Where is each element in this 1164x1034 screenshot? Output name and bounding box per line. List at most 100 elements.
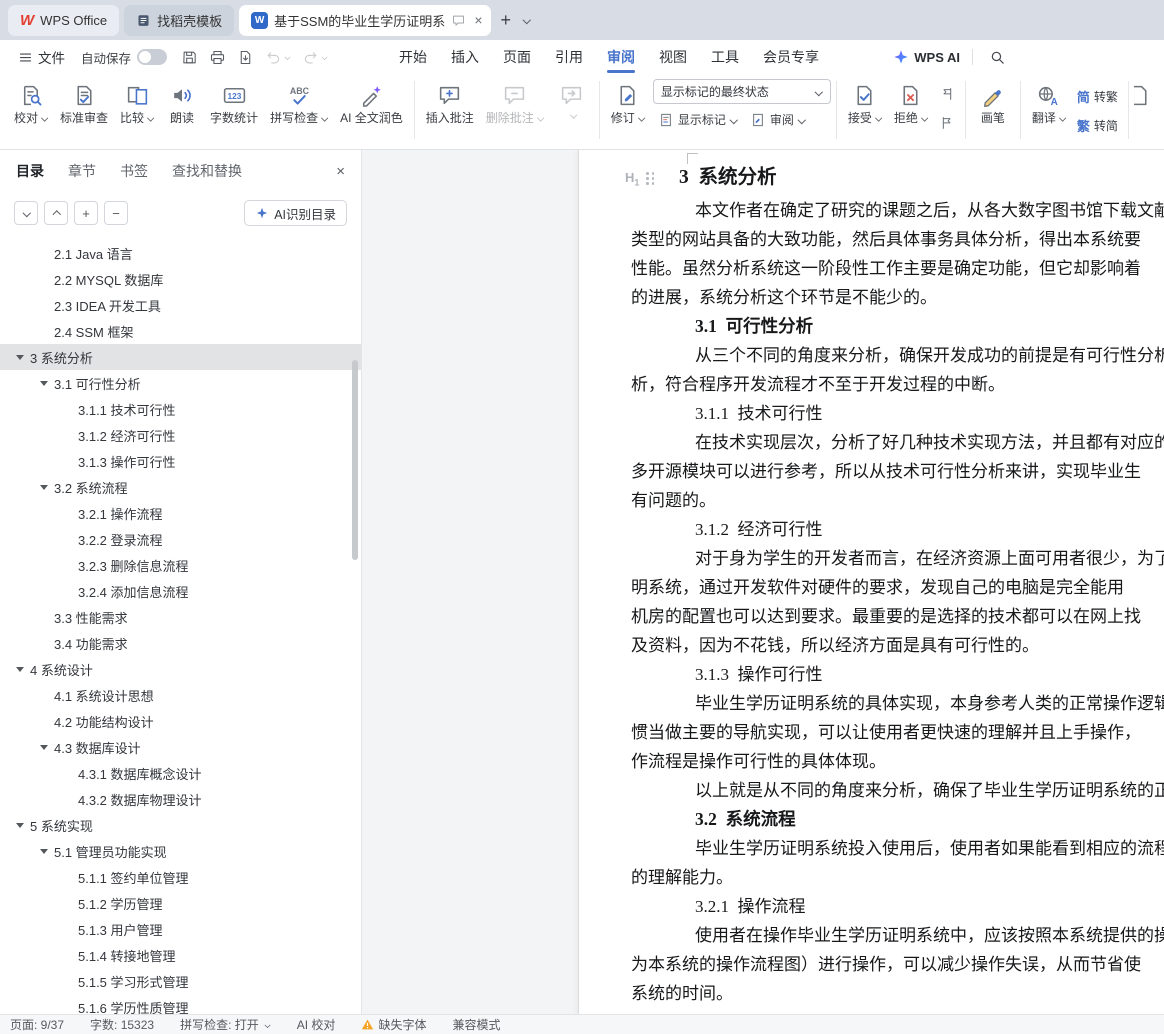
- toc-item[interactable]: 4.2 功能结构设计: [0, 708, 361, 734]
- close-tab-icon[interactable]: ×: [474, 13, 482, 27]
- doc-line[interactable]: 系统的时间。: [631, 979, 1164, 1008]
- doc-line[interactable]: 3.1.2 经济可行性: [695, 515, 1164, 544]
- toc-item[interactable]: 3.4 功能需求: [0, 630, 361, 656]
- document-tab[interactable]: W 基于SSM的毕业生学历证明系 ×: [239, 5, 490, 36]
- panel-tab-chapters[interactable]: 章节: [68, 161, 96, 181]
- markup-state-select[interactable]: 显示标记的最终状态: [653, 79, 831, 104]
- accept-button[interactable]: 接受: [842, 79, 888, 127]
- wps-ai-button[interactable]: WPS AI: [893, 49, 960, 65]
- toc-item[interactable]: 3.1.1 技术可行性: [0, 396, 361, 422]
- toc-item[interactable]: 3.3 性能需求: [0, 604, 361, 630]
- increase-level-button[interactable]: +: [74, 201, 98, 225]
- comment-nav-button[interactable]: [550, 79, 594, 121]
- doc-line[interactable]: 明系统，通过开发软件对硬件的要求，发现自己的电脑是完全能用: [631, 573, 1164, 602]
- tab-list-chevron-icon[interactable]: [522, 16, 530, 24]
- heading-hover-tools[interactable]: H1: [625, 170, 655, 188]
- menu-tools[interactable]: 工具: [704, 40, 746, 74]
- expand-arrow-icon[interactable]: [16, 823, 24, 828]
- word-count-button[interactable]: 字数统计: [204, 79, 264, 127]
- drag-handle-icon[interactable]: [646, 172, 655, 185]
- ai-recognize-toc-button[interactable]: AI识别目录: [244, 200, 347, 226]
- compatibility-mode-indicator[interactable]: 兼容模式: [452, 1016, 500, 1033]
- toc-item[interactable]: 3.2.4 添加信息流程: [0, 578, 361, 604]
- doc-line[interactable]: 有问题的。: [631, 486, 1164, 515]
- doc-line[interactable]: 性能。虽然分析系统这一阶段性工作主要是确定功能，但它却影响着: [631, 254, 1164, 283]
- new-tab-button[interactable]: +: [496, 11, 517, 29]
- doc-line[interactable]: 的进展，系统分析这个环节是不能少的。: [631, 283, 1164, 312]
- save-button[interactable]: [177, 44, 202, 70]
- missing-font-warning[interactable]: 缺失字体: [361, 1016, 426, 1033]
- panel-tab-toc[interactable]: 目录: [16, 161, 44, 181]
- doc-line[interactable]: 对于身为学生的开发者而言，在经济资源上面可用者很少，为了: [695, 544, 1164, 573]
- print-button[interactable]: [205, 44, 230, 70]
- simplified-to-traditional-button[interactable]: 简 转繁: [1072, 83, 1123, 110]
- traditional-to-simplified-button[interactable]: 繁 转简: [1072, 112, 1123, 139]
- toc-item[interactable]: 2.4 SSM 框架: [0, 318, 361, 344]
- doc-line[interactable]: 3.1.1 技术可行性: [695, 399, 1164, 428]
- redo-button[interactable]: [298, 44, 332, 70]
- spellcheck-status[interactable]: 拼写检查: 打开: [180, 1016, 271, 1033]
- panel-tab-find-replace[interactable]: 查找和替换: [172, 161, 242, 181]
- decrease-level-button[interactable]: −: [104, 201, 128, 225]
- toc-item[interactable]: 5 系统实现: [0, 812, 361, 838]
- reject-button[interactable]: 拒绝: [888, 79, 934, 127]
- doc-line[interactable]: 的理解能力。: [631, 863, 1164, 892]
- menu-reference[interactable]: 引用: [548, 40, 590, 74]
- clipped-ribbon-button[interactable]: [1134, 79, 1152, 110]
- doc-line[interactable]: 机房的配置也可以达到要求。最重要的是选择的技术都可以在网上找: [631, 602, 1164, 631]
- review-pane-button[interactable]: 审阅: [745, 107, 811, 132]
- sidebar-scrollbar[interactable]: [352, 360, 358, 560]
- word-count-indicator[interactable]: 字数: 15323: [90, 1016, 154, 1033]
- search-button[interactable]: [985, 44, 1010, 70]
- show-markup-button[interactable]: 显示标记: [653, 107, 743, 132]
- toc-item[interactable]: 3.1.3 操作可行性: [0, 448, 361, 474]
- document-page[interactable]: H1 3 系统分析本文作者在确定了研究的课题之后，从各大数字图书馆下载文献类型的…: [578, 150, 1164, 1014]
- track-changes-button[interactable]: 修订: [605, 79, 651, 127]
- toc-item[interactable]: 3.2.1 操作流程: [0, 500, 361, 526]
- doc-line[interactable]: 多开源模块可以进行参考，所以从技术可行性分析来讲，实现毕业生: [631, 457, 1164, 486]
- autosave-toggle[interactable]: [137, 49, 167, 65]
- translate-button[interactable]: 翻译: [1026, 79, 1072, 127]
- toc-item[interactable]: 4.3 数据库设计: [0, 734, 361, 760]
- menu-review[interactable]: 审阅: [600, 40, 642, 74]
- toc-item[interactable]: 3.2.3 删除信息流程: [0, 552, 361, 578]
- compare-button[interactable]: 比较: [114, 79, 160, 127]
- expand-arrow-icon[interactable]: [16, 355, 24, 360]
- close-panel-icon[interactable]: ×: [336, 163, 345, 180]
- ink-pen-button[interactable]: 画笔: [971, 79, 1015, 127]
- doc-line[interactable]: 3.2 系统流程: [695, 805, 1164, 834]
- expand-arrow-icon[interactable]: [40, 381, 48, 386]
- toc-item[interactable]: 3.1 可行性分析: [0, 370, 361, 396]
- menu-insert[interactable]: 插入: [444, 40, 486, 74]
- wps-home-tab[interactable]: W WPS Office: [8, 5, 119, 36]
- doc-line[interactable]: 及资料，因为不花钱，所以经济方面是具有可行性的。: [631, 631, 1164, 660]
- insert-comment-button[interactable]: 插入批注: [420, 79, 480, 127]
- toc-item[interactable]: 5.1.3 用户管理: [0, 916, 361, 942]
- standard-review-button[interactable]: 标准审查: [54, 79, 114, 127]
- comment-bubble-icon[interactable]: [451, 13, 466, 28]
- toc-item[interactable]: 4.1 系统设计思想: [0, 682, 361, 708]
- proofread-button[interactable]: 校对: [8, 79, 54, 127]
- page-indicator[interactable]: 页面: 9/37: [10, 1016, 64, 1033]
- spell-check-button[interactable]: 拼写检查: [264, 79, 334, 127]
- doc-line[interactable]: 毕业生学历证明系统的具体实现，本身参考人类的正常操作逻辑: [695, 689, 1164, 718]
- toc-item[interactable]: 4.3.1 数据库概念设计: [0, 760, 361, 786]
- undo-button[interactable]: [261, 44, 295, 70]
- doc-line[interactable]: 使用者在操作毕业生学历证明系统中，应该按照本系统提供的操: [695, 921, 1164, 950]
- toc-item[interactable]: 3.1.2 经济可行性: [0, 422, 361, 448]
- toc-item[interactable]: 5.1.2 学历管理: [0, 890, 361, 916]
- previous-change-button[interactable]: [934, 81, 960, 107]
- toc-item[interactable]: 2.1 Java 语言: [0, 240, 361, 266]
- doc-line[interactable]: 类型的网站具备的大致功能，然后具体事务具体分析，得出本系统要: [631, 225, 1164, 254]
- toc-item[interactable]: 3.2 系统流程: [0, 474, 361, 500]
- doc-line[interactable]: 3.1.3 操作可行性: [695, 660, 1164, 689]
- expand-arrow-icon[interactable]: [40, 745, 48, 750]
- expand-arrow-icon[interactable]: [40, 849, 48, 854]
- doc-line[interactable]: 本文作者在确定了研究的课题之后，从各大数字图书馆下载文献: [695, 196, 1164, 225]
- doc-line[interactable]: 惯当做主要的导航实现，可以让使用者更快速的理解并且上手操作，: [631, 718, 1164, 747]
- toc-item[interactable]: 5.1.1 签约单位管理: [0, 864, 361, 890]
- menu-page[interactable]: 页面: [496, 40, 538, 74]
- toc-item[interactable]: 2.2 MYSQL 数据库: [0, 266, 361, 292]
- menu-view[interactable]: 视图: [652, 40, 694, 74]
- expand-arrow-icon[interactable]: [40, 485, 48, 490]
